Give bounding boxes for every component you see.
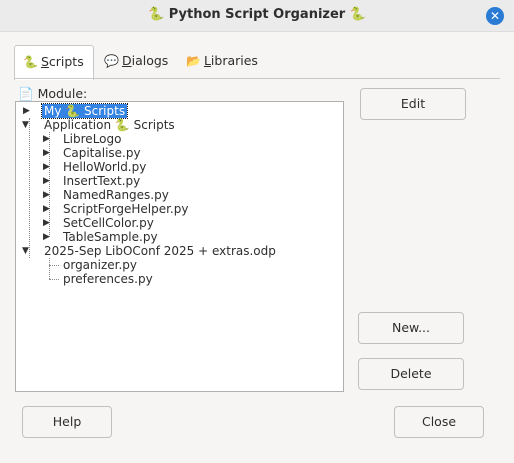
window-close-button[interactable]: ✕	[486, 7, 504, 25]
tree-item-application-scripts[interactable]: Application 🐍 Scripts	[44, 118, 175, 132]
tree-item[interactable]: HelloWorld.py	[63, 160, 146, 174]
expand-arrow-icon[interactable]: ▶	[43, 230, 50, 244]
tree-item[interactable]: LibreLogo	[63, 132, 121, 146]
tree-item[interactable]: preferences.py	[63, 272, 153, 286]
tree-connector	[29, 118, 30, 258]
tab-scripts[interactable]: 🐍 Scripts	[14, 45, 94, 80]
tree-item[interactable]: ScriptForgeHelper.py	[63, 202, 188, 216]
module-label: 📄 Module:	[18, 86, 87, 102]
edit-button[interactable]: Edit	[360, 88, 466, 120]
expand-arrow-icon[interactable]: ▶	[43, 216, 50, 230]
module-tree[interactable]: ▶ My 🐍 Scripts ▼ Application 🐍 Scripts ▶…	[15, 101, 344, 392]
new-button[interactable]: New...	[358, 312, 464, 344]
delete-button[interactable]: Delete	[358, 358, 464, 390]
document-icon: 📄	[18, 86, 34, 101]
tree-item[interactable]: NamedRanges.py	[63, 188, 169, 202]
expand-arrow-icon[interactable]: ▶	[43, 202, 50, 216]
expand-arrow-icon[interactable]: ▶	[43, 174, 50, 188]
module-label-text: Module:	[37, 86, 88, 101]
window-title: 🐍 Python Script Organizer 🐍	[148, 7, 366, 22]
tab-dialogs-mnemonic: D	[121, 53, 132, 68]
tree-item[interactable]: InsertText.py	[63, 174, 140, 188]
expand-arrow-icon[interactable]: ▶	[43, 132, 50, 146]
tab-dialogs[interactable]: 💬 Dialogs	[96, 45, 176, 79]
tree-item-my-scripts[interactable]: My 🐍 Scripts	[40, 103, 129, 119]
tree-item[interactable]: organizer.py	[63, 258, 137, 272]
tab-libraries-label: ibraries	[210, 53, 258, 68]
python-icon: 🐍	[23, 55, 38, 69]
folder-icon: 📂	[186, 54, 201, 68]
tree-item[interactable]: SetCellColor.py	[63, 216, 154, 230]
expand-arrow-icon[interactable]: ▶	[43, 160, 50, 174]
expand-arrow-icon[interactable]: ▶	[23, 104, 30, 118]
help-button[interactable]: Help	[22, 406, 112, 438]
tab-libraries-mnemonic: L	[203, 53, 211, 68]
tree-connector	[49, 258, 50, 279]
collapse-arrow-icon[interactable]: ▼	[22, 244, 29, 258]
tree-item-document[interactable]: 2025-Sep LibOConf 2025 + extras.odp	[44, 244, 276, 258]
tab-scripts-mnemonic: S	[40, 54, 49, 69]
tree-item[interactable]: TableSample.py	[63, 230, 158, 244]
expand-arrow-icon[interactable]: ▶	[43, 146, 50, 160]
tab-scripts-label: cripts	[48, 54, 84, 69]
tree-connector	[49, 265, 59, 266]
tab-dialogs-label: ialogs	[131, 53, 169, 68]
tree-connector	[49, 279, 59, 280]
close-button[interactable]: Close	[394, 406, 484, 438]
speech-bubble-icon: 💬	[104, 54, 119, 68]
tree-item[interactable]: Capitalise.py	[63, 146, 141, 160]
title-bar: 🐍 Python Script Organizer 🐍 ✕	[0, 0, 514, 32]
expand-arrow-icon[interactable]: ▶	[43, 188, 50, 202]
collapse-arrow-icon[interactable]: ▼	[22, 118, 29, 132]
tab-libraries[interactable]: 📂 Libraries	[178, 45, 266, 79]
